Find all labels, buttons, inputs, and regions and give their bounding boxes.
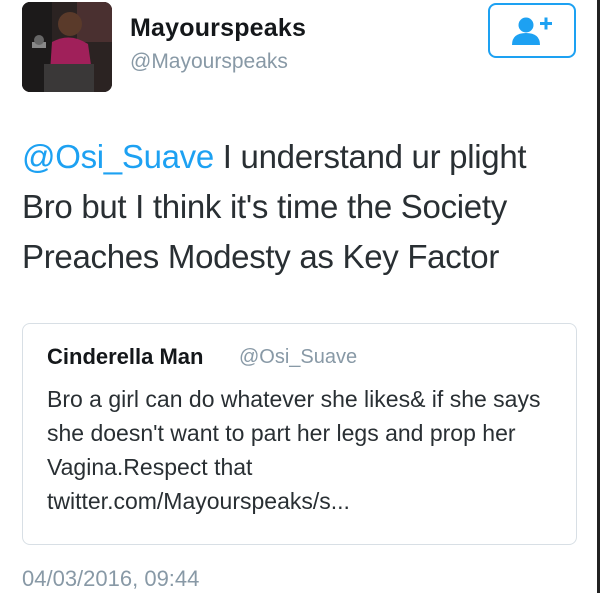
follow-user-plus-icon bbox=[512, 17, 552, 45]
quoted-tweet[interactable]: Cinderella Man @Osi_Suave Bro a girl can… bbox=[22, 323, 577, 545]
quoted-tweet-text: Bro a girl can do whatever she likes& if… bbox=[47, 386, 541, 514]
follow-button[interactable] bbox=[488, 3, 576, 58]
tweet-text: @Osi_Suave I understand ur plight Bro bu… bbox=[22, 132, 582, 282]
tweet-timestamp: 04/03/2016, 09:44 bbox=[22, 566, 200, 591]
user-name[interactable]: Mayourspeaks bbox=[130, 14, 306, 43]
tweet-detail: Mayourspeaks @Mayourspeaks @Osi_Suave I … bbox=[0, 0, 600, 593]
quoted-tweet-author-handle: @Osi_Suave bbox=[239, 346, 358, 368]
mention-link[interactable]: @Osi_Suave bbox=[22, 138, 214, 175]
avatar[interactable] bbox=[22, 2, 112, 92]
quoted-tweet-author-name: Cinderella Man bbox=[47, 344, 204, 369]
user-handle[interactable]: @Mayourspeaks bbox=[130, 50, 288, 74]
avatar-photo bbox=[22, 2, 112, 92]
